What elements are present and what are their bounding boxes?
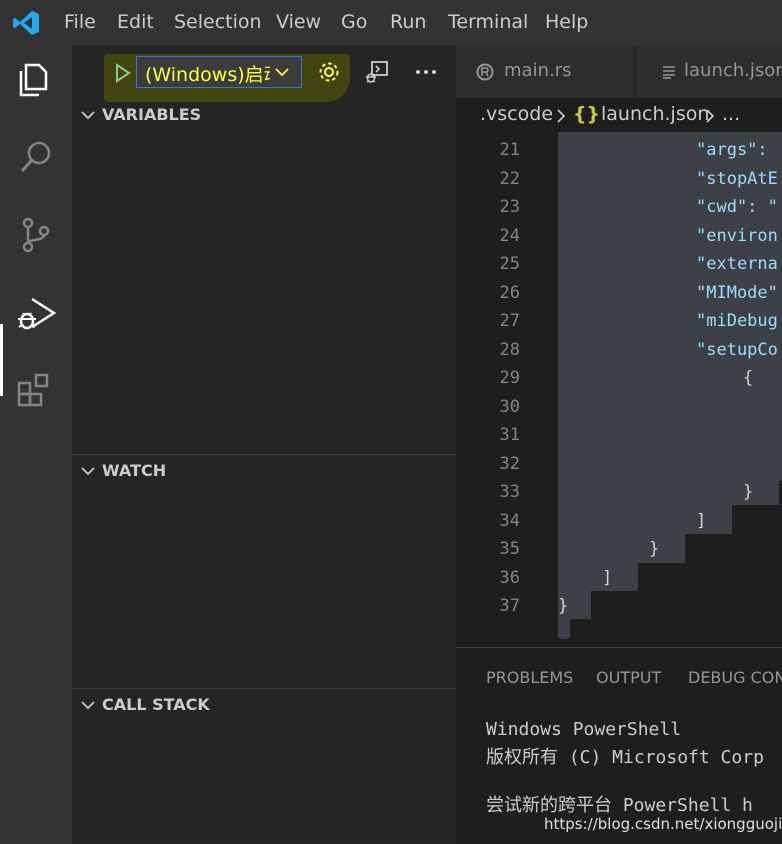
chevron-right-icon	[706, 109, 715, 123]
watch-title: WATCH	[102, 461, 167, 480]
debug-toolbar: (Windows)启动	[72, 45, 456, 102]
menu-terminal[interactable]: Terminal	[448, 11, 528, 33]
line-number: 27	[499, 311, 520, 331]
active-indicator	[0, 324, 3, 396]
chevron-down-icon	[81, 111, 95, 120]
code-line: "environ	[696, 226, 778, 246]
code-line: }	[743, 482, 754, 502]
menu-view[interactable]: View	[276, 11, 321, 33]
source-control-icon[interactable]	[14, 213, 58, 257]
panel-tab-debug-console[interactable]: DEBUG CONS	[688, 668, 782, 687]
line-number: 31	[499, 425, 520, 445]
breadcrumb-file[interactable]: launch.json	[601, 103, 709, 125]
panel-tab-output[interactable]: OUTPUT	[596, 668, 661, 687]
rust-file-icon	[476, 63, 494, 81]
search-icon[interactable]	[14, 135, 58, 179]
debug-sidebar: (Windows)启动 VARIABLES WATCH CALL STACK	[72, 45, 456, 844]
code-line: "MIMode"	[696, 283, 778, 303]
watermark-text: https://blog.csdn.net/xiongguojie	[544, 815, 782, 833]
chevron-right-icon	[557, 109, 566, 123]
tab-bar: main.rs launch.json	[456, 45, 782, 98]
debug-config-label: (Windows)启动	[145, 64, 270, 86]
breadcrumb: .vscode {} launch.json ...	[456, 98, 782, 132]
code-line: }	[649, 539, 660, 559]
menu-edit[interactable]: Edit	[117, 11, 154, 33]
line-number: 34	[499, 511, 520, 531]
watch-section-header[interactable]: WATCH	[72, 456, 456, 486]
code-line: "cwd": "	[696, 197, 778, 217]
code-line: {	[743, 368, 754, 388]
line-number: 24	[499, 226, 520, 246]
breadcrumb-folder[interactable]: .vscode	[480, 103, 553, 125]
code-line: "setupCo	[696, 340, 778, 360]
extensions-icon[interactable]	[14, 369, 58, 413]
line-number: 35	[499, 539, 520, 559]
code-line: "args":	[696, 140, 768, 160]
code-line: ]	[696, 511, 707, 531]
activity-bar	[0, 45, 72, 844]
menu-selection[interactable]: Selection	[174, 11, 262, 33]
terminal-line: Windows PowerShell	[486, 719, 682, 740]
menu-go[interactable]: Go	[341, 11, 367, 33]
line-number: 36	[499, 568, 520, 588]
chevron-down-icon	[81, 467, 95, 476]
breadcrumb-ellipsis[interactable]: ...	[722, 103, 740, 125]
tab-main-label: main.rs	[504, 60, 572, 81]
start-debugging-icon[interactable]	[114, 63, 132, 83]
variables-title: VARIABLES	[102, 105, 202, 124]
line-number: 26	[499, 283, 520, 303]
line-number: 29	[499, 368, 520, 388]
line-number: 28	[499, 340, 520, 360]
tab-launch-label: launch.json	[684, 60, 782, 81]
menu-help[interactable]: Help	[545, 11, 588, 33]
variables-section-header[interactable]: VARIABLES	[72, 100, 456, 130]
call-stack-section-header[interactable]: CALL STACK	[72, 690, 456, 720]
line-number: 33	[499, 482, 520, 502]
code-line: "externa	[696, 254, 778, 274]
section-divider	[72, 454, 456, 455]
debug-console-icon[interactable]	[364, 59, 390, 85]
line-number: 32	[499, 454, 520, 474]
line-number: 21	[499, 140, 520, 160]
line-number: 30	[499, 397, 520, 417]
code-line: }	[558, 596, 569, 616]
explorer-icon[interactable]	[14, 57, 58, 101]
line-number: 37	[499, 596, 520, 616]
tab-launch-json[interactable]: launch.json	[636, 45, 782, 98]
code-line: ]	[602, 568, 613, 588]
vscode-logo-icon	[13, 11, 39, 35]
terminal-line: 尝试新的跨平台 PowerShell h	[486, 795, 753, 816]
code-line: "stopAtE	[696, 169, 778, 189]
terminal-line: 版权所有 (C) Microsoft Corp	[486, 747, 764, 768]
json-braces-icon: {}	[573, 103, 601, 125]
chevron-down-icon	[275, 68, 289, 77]
panel-tab-problems[interactable]: PROBLEMS	[486, 668, 573, 687]
call-stack-title: CALL STACK	[102, 695, 210, 714]
menu-bar: File Edit Selection View Go Run Terminal…	[0, 0, 782, 45]
code-line: "miDebug	[696, 311, 778, 331]
menu-file[interactable]: File	[64, 11, 96, 33]
section-divider	[72, 688, 456, 689]
code-editor[interactable]: 21 "args": 22 "stopAtE 23 "cwd": " 24 "e…	[456, 132, 782, 645]
more-actions-icon[interactable]	[415, 69, 437, 75]
menu-run[interactable]: Run	[390, 11, 426, 33]
editor-group: main.rs launch.json .vscode {} launch.js…	[456, 45, 782, 645]
list-file-icon	[663, 66, 675, 79]
run-debug-icon[interactable]	[14, 291, 58, 335]
chevron-down-icon	[81, 701, 95, 710]
line-number: 23	[499, 197, 520, 217]
line-number: 25	[499, 254, 520, 274]
line-number: 22	[499, 169, 520, 189]
tab-main-rs[interactable]: main.rs	[456, 45, 635, 98]
gear-icon[interactable]	[317, 60, 341, 84]
